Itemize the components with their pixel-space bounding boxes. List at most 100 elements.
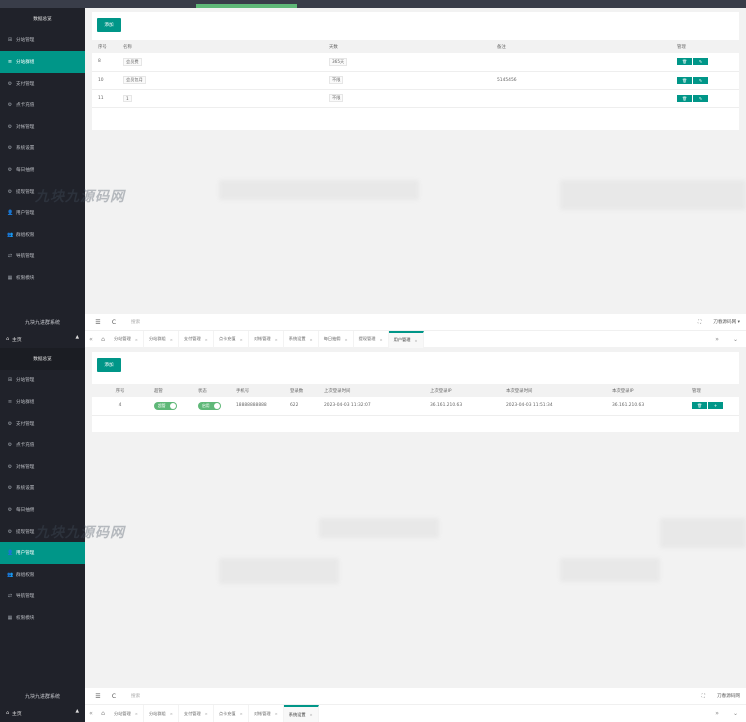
chevron-down-icon[interactable]: ⌄ bbox=[733, 710, 738, 717]
refresh-icon[interactable]: C bbox=[107, 319, 121, 326]
edit-icon[interactable]: ✎ bbox=[693, 76, 708, 84]
page-tab[interactable]: 提现管理 × bbox=[354, 330, 389, 348]
close-icon[interactable]: × bbox=[414, 338, 417, 343]
close-icon[interactable]: × bbox=[205, 337, 208, 342]
close-icon[interactable]: × bbox=[310, 712, 313, 717]
sidebar-item[interactable]: ▦ 权限模块 bbox=[0, 267, 85, 289]
fullscreen-icon[interactable]: ⛶ bbox=[702, 693, 705, 699]
close-icon[interactable]: × bbox=[170, 337, 173, 342]
close-icon[interactable]: × bbox=[240, 711, 243, 716]
sidebar-item[interactable]: ⚙ 对帐管理 bbox=[0, 116, 85, 138]
page-tab[interactable]: 对帐管理 × bbox=[249, 705, 284, 722]
page-tab[interactable]: 每日抽佣 × bbox=[319, 330, 354, 348]
sidebar-item[interactable]: ▦ 权限模块 bbox=[0, 607, 85, 629]
fullscreen-icon[interactable]: ⛶ bbox=[698, 319, 701, 325]
home-tab-icon[interactable]: ⌂ bbox=[97, 336, 109, 343]
cell-id: 4 bbox=[92, 397, 148, 416]
tabs-controls: » ⌄ bbox=[715, 336, 738, 343]
sidebar-item[interactable]: ≡ 分站群组 bbox=[0, 391, 85, 413]
close-icon[interactable]: × bbox=[379, 337, 382, 342]
user-menu[interactable]: 刀春源码网 bbox=[717, 693, 740, 699]
page-tab[interactable]: 点卡充值 × bbox=[214, 705, 249, 722]
close-icon[interactable]: × bbox=[205, 711, 208, 716]
admin-switch[interactable]: 超管 bbox=[154, 401, 177, 410]
sidebar-item[interactable]: ⚙ 每日抽佣 bbox=[0, 499, 85, 521]
tabs-prev-icon[interactable]: « bbox=[85, 336, 97, 343]
tabs-prev-icon[interactable]: « bbox=[85, 710, 97, 717]
add-button[interactable]: 添加 bbox=[97, 358, 121, 372]
user-icon: 👤 bbox=[7, 550, 14, 557]
page-tab[interactable]: 分站管理 × bbox=[109, 705, 144, 722]
edit-icon[interactable]: ✎ bbox=[693, 94, 708, 102]
edit-icon[interactable]: ✎ bbox=[693, 58, 708, 66]
close-icon[interactable]: × bbox=[240, 337, 243, 342]
col-logins: 登录数 bbox=[284, 384, 318, 397]
delete-icon[interactable]: 🗑 bbox=[677, 58, 692, 66]
sidebar-item[interactable]: ⚙ 每日抽佣 bbox=[0, 159, 85, 181]
page-tab[interactable]: 支付管理 × bbox=[179, 705, 214, 722]
close-icon[interactable]: × bbox=[170, 711, 173, 716]
home-tab-icon[interactable]: ⌂ bbox=[97, 710, 109, 717]
sidebar-item[interactable]: ≡ 分站群组 bbox=[0, 51, 85, 73]
user-menu[interactable]: 刀春源码网 ▾ bbox=[713, 319, 740, 325]
page-tab[interactable]: 支付管理 × bbox=[179, 330, 214, 348]
chevron-down-icon[interactable]: ⌄ bbox=[733, 336, 738, 343]
page-tab[interactable]: 分站群组 × bbox=[144, 330, 179, 348]
sidebar-header[interactable]: 数据总览 bbox=[0, 348, 85, 370]
sidebar-item[interactable]: 👥 群组权限 bbox=[0, 564, 85, 586]
sidebar-item[interactable]: ⚙ 支付管理 bbox=[0, 73, 85, 95]
sidebar-item-label: 分站群组 bbox=[16, 399, 35, 405]
sidebar-item[interactable]: ⚙ 点卡充值 bbox=[0, 434, 85, 456]
close-icon[interactable]: × bbox=[275, 711, 278, 716]
sidebar-item[interactable]: ⇄ 导航管理 bbox=[0, 246, 85, 268]
page-tab[interactable]: 系统设置 × bbox=[283, 705, 319, 722]
close-icon[interactable]: × bbox=[135, 711, 138, 716]
switch-knob bbox=[170, 402, 176, 409]
close-icon[interactable]: × bbox=[344, 337, 347, 342]
package-table: 序号 名称 天数 备注 管理 8 会员费 365天 🗑 ✎ 10 会员包月 不限 5145456… bbox=[92, 40, 739, 108]
menu-toggle-icon[interactable]: ☰ bbox=[91, 693, 105, 700]
close-icon[interactable]: × bbox=[310, 337, 313, 342]
home-nav[interactable]: ⌂ 主页 ▲ bbox=[0, 705, 85, 722]
delete-icon[interactable]: 🗑 bbox=[692, 402, 707, 410]
search-field[interactable]: 搜索 bbox=[131, 693, 140, 699]
add-button[interactable]: 添加 bbox=[97, 18, 121, 32]
home-nav[interactable]: ⌂ 主页 ▲ bbox=[0, 331, 85, 348]
sidebar-item[interactable]: 👥 群组权限 bbox=[0, 224, 85, 246]
add-icon[interactable]: + bbox=[708, 402, 723, 410]
delete-icon[interactable]: 🗑 bbox=[677, 76, 692, 84]
tab-label: 提现管理 bbox=[358, 336, 376, 341]
page-tab[interactable]: 分站群组 × bbox=[144, 705, 179, 722]
page-tab[interactable]: 系统设置 × bbox=[284, 330, 319, 348]
page-tab[interactable]: 点卡充值 × bbox=[214, 330, 249, 348]
refresh-icon[interactable]: C bbox=[107, 693, 121, 700]
search-field[interactable]: 搜索 bbox=[131, 319, 140, 325]
sidebar-item[interactable]: ⚙ 点卡充值 bbox=[0, 94, 85, 116]
page-tab[interactable]: 用户管理 × bbox=[388, 330, 424, 348]
sidebar-header[interactable]: 数据总览 bbox=[0, 8, 85, 30]
page-tab[interactable]: 分站管理 × bbox=[109, 330, 144, 348]
delete-icon[interactable]: 🗑 bbox=[677, 94, 692, 102]
tabs-next-icon[interactable]: » bbox=[715, 336, 719, 343]
cell-note bbox=[491, 89, 671, 108]
menu-toggle-icon[interactable]: ☰ bbox=[91, 319, 105, 326]
tab-label: 点卡充值 bbox=[218, 336, 236, 341]
sidebar-item-label: 用户管理 bbox=[16, 211, 35, 217]
tabs-next-icon[interactable]: » bbox=[715, 710, 719, 717]
sidebar-item[interactable]: ⚙ 支付管理 bbox=[0, 413, 85, 435]
sidebar-item[interactable]: 👤 用户管理 bbox=[0, 542, 85, 564]
blurred-region bbox=[560, 180, 746, 210]
sidebar-item[interactable]: ⊞ 分站管理 bbox=[0, 370, 85, 392]
gear-icon: ⚙ bbox=[7, 485, 13, 492]
page-tab[interactable]: 对帐管理 × bbox=[249, 330, 284, 348]
close-icon[interactable]: × bbox=[275, 337, 278, 342]
close-icon[interactable]: × bbox=[135, 337, 138, 342]
cell-last-time: 2023-04-03 11:32:07 bbox=[318, 397, 424, 416]
status-switch[interactable]: 启用 bbox=[198, 401, 221, 410]
top-header-strip bbox=[0, 0, 746, 8]
sidebar-item[interactable]: ⚙ 对帐管理 bbox=[0, 456, 85, 478]
sidebar-item[interactable]: ⚙ 系统设置 bbox=[0, 138, 85, 160]
sidebar-item[interactable]: ⇄ 导航管理 bbox=[0, 586, 85, 608]
sidebar-item[interactable]: ⊞ 分站管理 bbox=[0, 30, 85, 52]
sidebar-item[interactable]: ⚙ 系统设置 bbox=[0, 478, 85, 500]
